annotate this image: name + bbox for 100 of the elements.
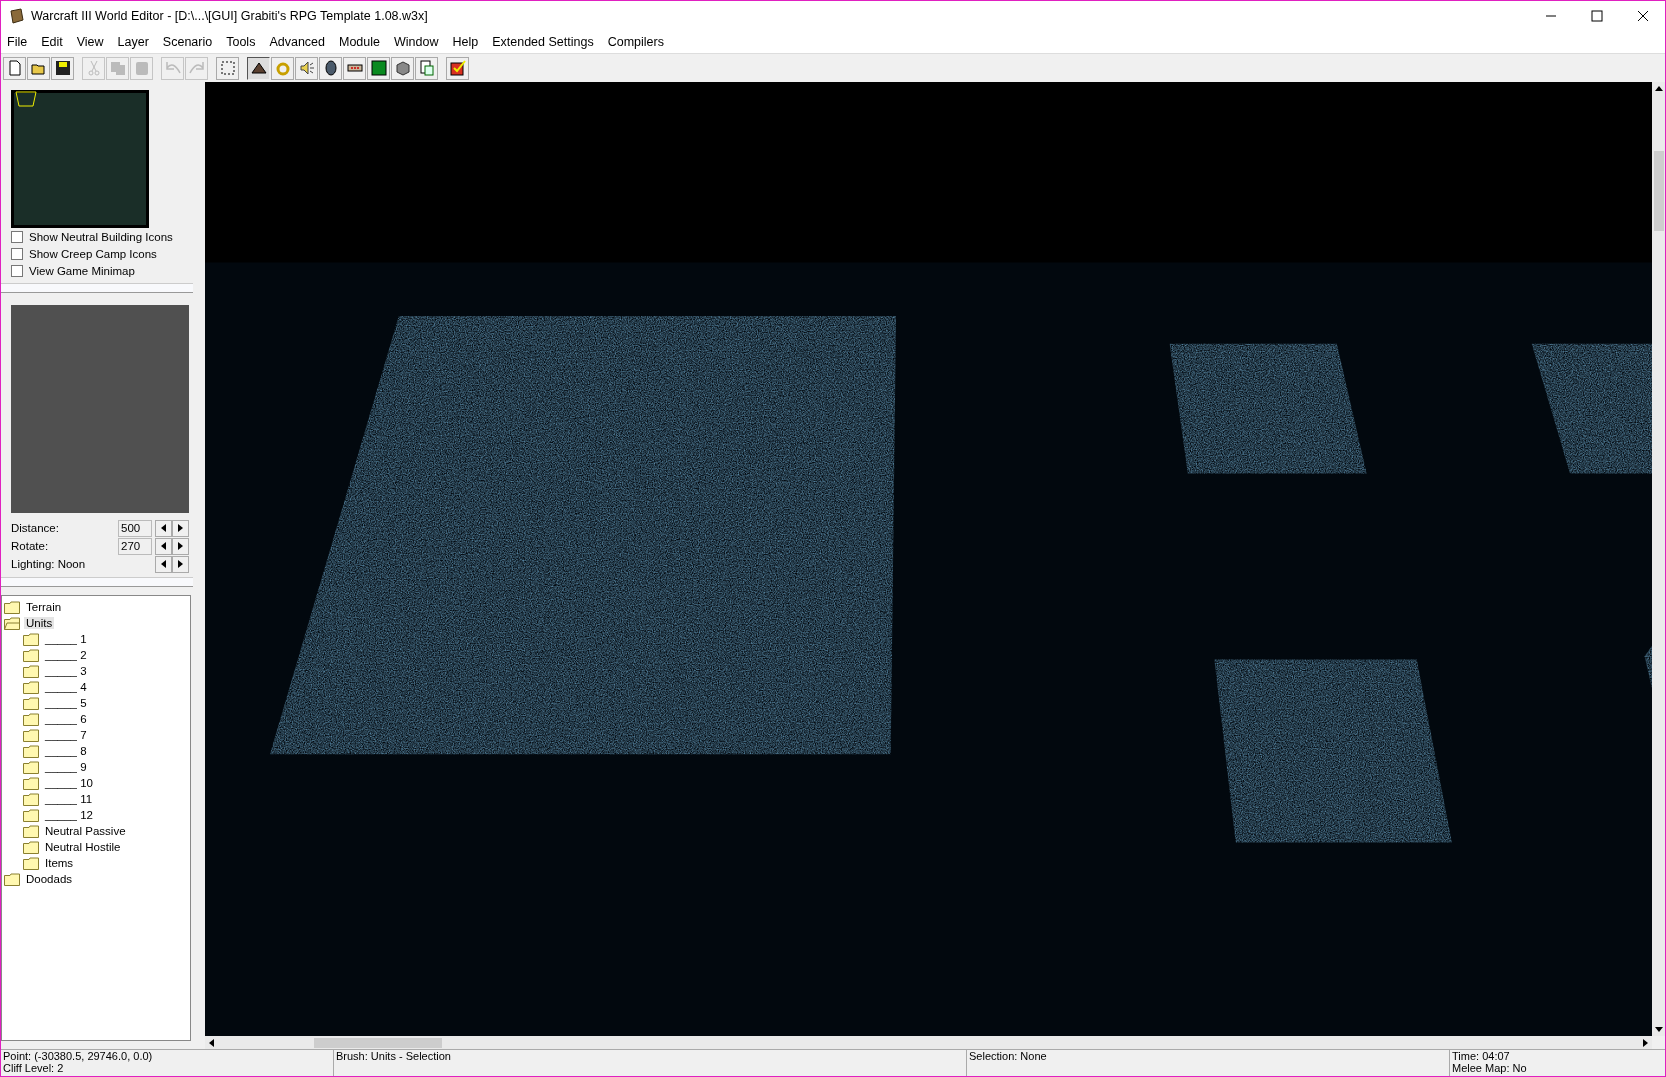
status-text: Melee Map: No [1452,1062,1528,1074]
tree-item[interactable]: _____ 8 [43,745,89,757]
right-arrow-icon[interactable] [1643,1038,1648,1047]
tree-item[interactable]: Units [24,617,55,629]
tree-item[interactable]: _____ 1 [43,633,89,645]
down-arrow-icon[interactable] [1654,1027,1663,1032]
value-field[interactable]: 270 [118,537,152,555]
scrollbar-thumb[interactable] [314,1037,442,1048]
import-tool-button[interactable] [415,56,438,80]
trigger-tool-button[interactable] [343,56,366,80]
redo-icon [188,60,205,76]
option-checkbox[interactable]: View Game Minimap [11,262,193,279]
option-checkbox[interactable]: Show Neutral Building Icons [11,228,193,245]
tree-item[interactable]: Terrain [24,601,64,613]
checkbox[interactable] [11,247,23,260]
menu-item[interactable]: Module [339,35,380,49]
test-tool-button[interactable] [446,56,469,80]
tree-item[interactable]: _____ 11 [43,793,95,805]
folder-icon [23,680,39,694]
option-checkbox[interactable]: Show Creep Camp Icons [11,245,193,262]
right-arrow-icon [178,542,183,550]
tree-item[interactable]: _____ 3 [43,665,89,677]
left-arrow-icon [161,524,166,532]
status-text: Selection: None [969,1050,1048,1062]
checkbox-label: Show Creep Camp Icons [29,247,157,260]
menu-item[interactable]: Window [394,35,439,49]
status-text: Brush: Units - Selection [336,1050,452,1062]
tree-item[interactable]: _____ 2 [43,649,89,661]
cut-icon [85,60,102,76]
undo-icon [164,60,181,76]
paste-icon [133,60,150,76]
unit-tool-button[interactable] [319,56,342,80]
up-arrow-icon[interactable] [1654,86,1663,91]
vertical-scrollbar[interactable] [1652,82,1665,1036]
open-tool-button[interactable] [27,56,50,80]
left-arrow-icon[interactable] [209,1038,214,1047]
checkbox[interactable] [11,230,23,243]
tree-item[interactable]: _____ 6 [43,713,89,725]
tree-item[interactable]: _____ 9 [43,761,89,773]
close-icon[interactable] [1637,10,1649,22]
tree-item[interactable]: _____ 5 [43,697,89,709]
folder-icon [23,808,39,822]
test-icon [449,60,466,76]
import-icon [418,60,435,76]
monster-tool-button[interactable] [367,56,390,80]
menu-item[interactable]: Scenario [162,35,213,49]
folder-icon [23,696,39,710]
left-arrow-button[interactable] [155,555,172,573]
box-tool-button[interactable] [391,56,414,80]
left-arrow-icon [161,560,166,568]
sound-tool-button[interactable] [295,56,318,80]
setting-label: Lighting: Noon [11,558,87,570]
folder-icon [23,632,39,646]
setting-label: Rotate: [11,540,50,552]
camera-frame-icon [15,91,37,107]
terrain-tool-button[interactable] [247,56,270,80]
tree-item[interactable]: _____ 12 [43,809,95,821]
horizontal-scrollbar[interactable] [205,1036,1652,1049]
tree-item[interactable]: _____ 4 [43,681,89,693]
tree-item[interactable]: Items [43,857,76,869]
select-icon [219,60,236,76]
menu-item[interactable]: Edit [41,35,63,49]
checkbox-label: Show Neutral Building Icons [29,230,173,243]
select-tool-button[interactable] [216,56,239,80]
menu-item[interactable]: Help [452,35,479,49]
value-field[interactable]: 500 [118,519,152,537]
folder-icon [23,744,39,758]
right-arrow-icon [178,560,183,568]
folder-icon [23,856,39,870]
tree-item[interactable]: _____ 10 [43,777,95,789]
splitter-bar[interactable] [1,283,193,293]
menu-item[interactable]: File [7,35,28,49]
left-arrow-button[interactable] [155,537,172,555]
save-icon [54,60,71,76]
sound-icon [298,60,315,76]
folder-icon [23,728,39,742]
left-arrow-icon [161,542,166,550]
checkbox-label: View Game Minimap [29,264,135,277]
tree-item[interactable]: Neutral Hostile [43,841,123,853]
right-arrow-button[interactable] [172,555,189,573]
right-arrow-button[interactable] [172,537,189,555]
tree-item[interactable]: Doodads [24,873,75,885]
right-arrow-button[interactable] [172,519,189,537]
checkbox[interactable] [11,264,23,277]
tree-item[interactable]: Neutral Passive [43,825,128,837]
left-arrow-button[interactable] [155,519,172,537]
menu-item[interactable]: Extended Settings [492,35,594,49]
window-title: Warcraft III World Editor - [D:\...\[GUI] Grabiti's RPG Template 1.08.w3x] [31,9,428,23]
save-tool-button[interactable] [51,56,74,80]
status-text: Cliff Level: 2 [3,1062,65,1074]
menu-item[interactable]: Advanced [269,35,325,49]
menu-item[interactable]: Compilers [607,35,664,49]
tree-item[interactable]: _____ 7 [43,729,89,741]
status-text: Time: 04:07 [1452,1050,1511,1062]
menu-item[interactable]: Layer [117,35,149,49]
scrollbar-thumb[interactable] [1653,151,1664,231]
menu-item[interactable]: View [76,35,104,49]
menu-item[interactable]: Tools [226,35,256,49]
new-tool-button[interactable] [3,56,26,80]
maximize-icon[interactable] [1591,10,1603,22]
